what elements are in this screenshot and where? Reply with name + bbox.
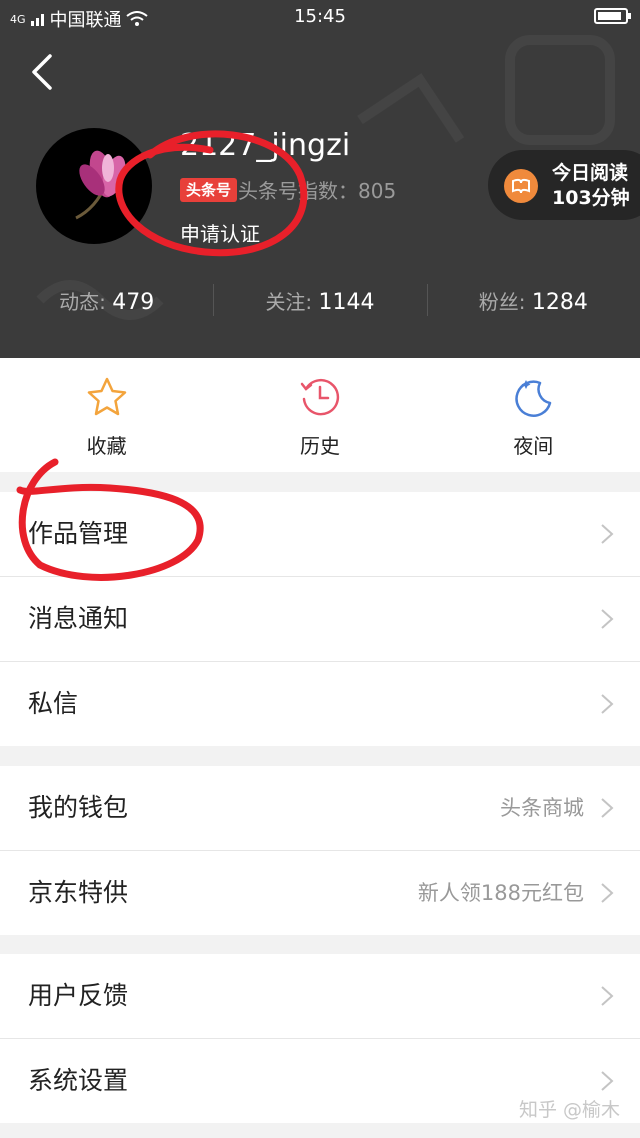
chevron-right-icon [601,524,614,544]
menu-item-feedback[interactable]: 用户反馈 [0,954,640,1039]
reading-icon [504,169,538,203]
stat-label: 动态: [59,290,106,314]
clock: 15:45 [294,6,346,27]
menu-item-private-messages[interactable]: 私信 [0,662,640,746]
magnolia-flower-image [75,150,126,220]
menu-item-jd-special[interactable]: 京东特供 新人领188元红包 [0,851,640,935]
stat-label: 关注: [265,290,313,314]
menu-item-label: 消息通知 [28,604,129,633]
favorites-label: 收藏 [86,434,127,458]
chevron-right-icon [601,1071,614,1091]
profile-header: 4G 中国联通 15:45 2127_jingzi 头条号 头条号指数：805 … [0,0,640,358]
zhihu-watermark: 知乎 @榆木 [518,1099,620,1121]
stat-value: 1284 [531,290,588,315]
history-button[interactable]: 历史 [213,358,426,472]
chevron-right-icon [601,986,614,1006]
menu-item-label: 作品管理 [28,519,129,548]
stat-followers[interactable]: 粉丝: 1284 [426,282,640,322]
menu-item-label: 我的钱包 [28,793,129,822]
menu-item-label: 京东特供 [28,878,129,907]
star-icon [87,377,126,416]
menu-item-label: 系统设置 [28,1066,129,1095]
stat-value: 1144 [318,290,375,315]
night-mode-button[interactable]: 夜间 [427,358,640,472]
menu-item-value: 头条商城 [500,796,584,820]
battery-icon [594,8,631,24]
username: 2127_jingzi [180,128,351,163]
toutiao-badge: 头条号 [180,178,238,202]
menu-group-content: 作品管理 消息通知 私信 [0,492,640,746]
reading-minutes: 103分钟 [552,187,630,209]
menu-item-value: 新人领188元红包 [417,881,584,905]
moon-icon [515,380,552,417]
status-bar: 4G 中国联通 15:45 [0,0,640,36]
battery-level [598,12,621,20]
chevron-right-icon [601,798,614,818]
menu-group-commerce: 我的钱包 头条商城 京东特供 新人领188元红包 [0,766,640,935]
clock-icon [300,379,340,416]
night-mode-label: 夜间 [513,434,554,458]
reading-title: 今日阅读 [552,162,629,184]
apply-verification-link[interactable]: 申请认证 [180,218,260,247]
today-reading-button[interactable]: 今日阅读 103分钟 [488,150,640,220]
menu-item-notifications[interactable]: 消息通知 [0,577,640,662]
favorites-button[interactable]: 收藏 [0,358,213,472]
avatar[interactable] [36,128,152,244]
history-label: 历史 [299,434,340,458]
chevron-right-icon [601,883,614,903]
back-button[interactable] [26,52,60,92]
chevron-right-icon [601,694,614,714]
toutiao-index: 头条号指数：805 [238,179,397,203]
menu-item-label: 用户反馈 [28,981,129,1010]
menu-item-label: 私信 [28,689,79,718]
stat-posts[interactable]: 动态: 479 [0,282,213,322]
stat-label: 粉丝: [478,290,526,314]
stat-value: 479 [112,290,155,315]
reading-text: 今日阅读 103分钟 [552,161,630,211]
chevron-right-icon [601,609,614,629]
stat-following[interactable]: 关注: 1144 [213,282,426,322]
menu-item-wallet[interactable]: 我的钱包 头条商城 [0,766,640,851]
stats-bar: 动态: 479 关注: 1144 粉丝: 1284 [0,282,640,322]
menu-item-works-management[interactable]: 作品管理 [0,492,640,577]
quick-actions: 收藏 历史 夜间 [0,358,640,472]
